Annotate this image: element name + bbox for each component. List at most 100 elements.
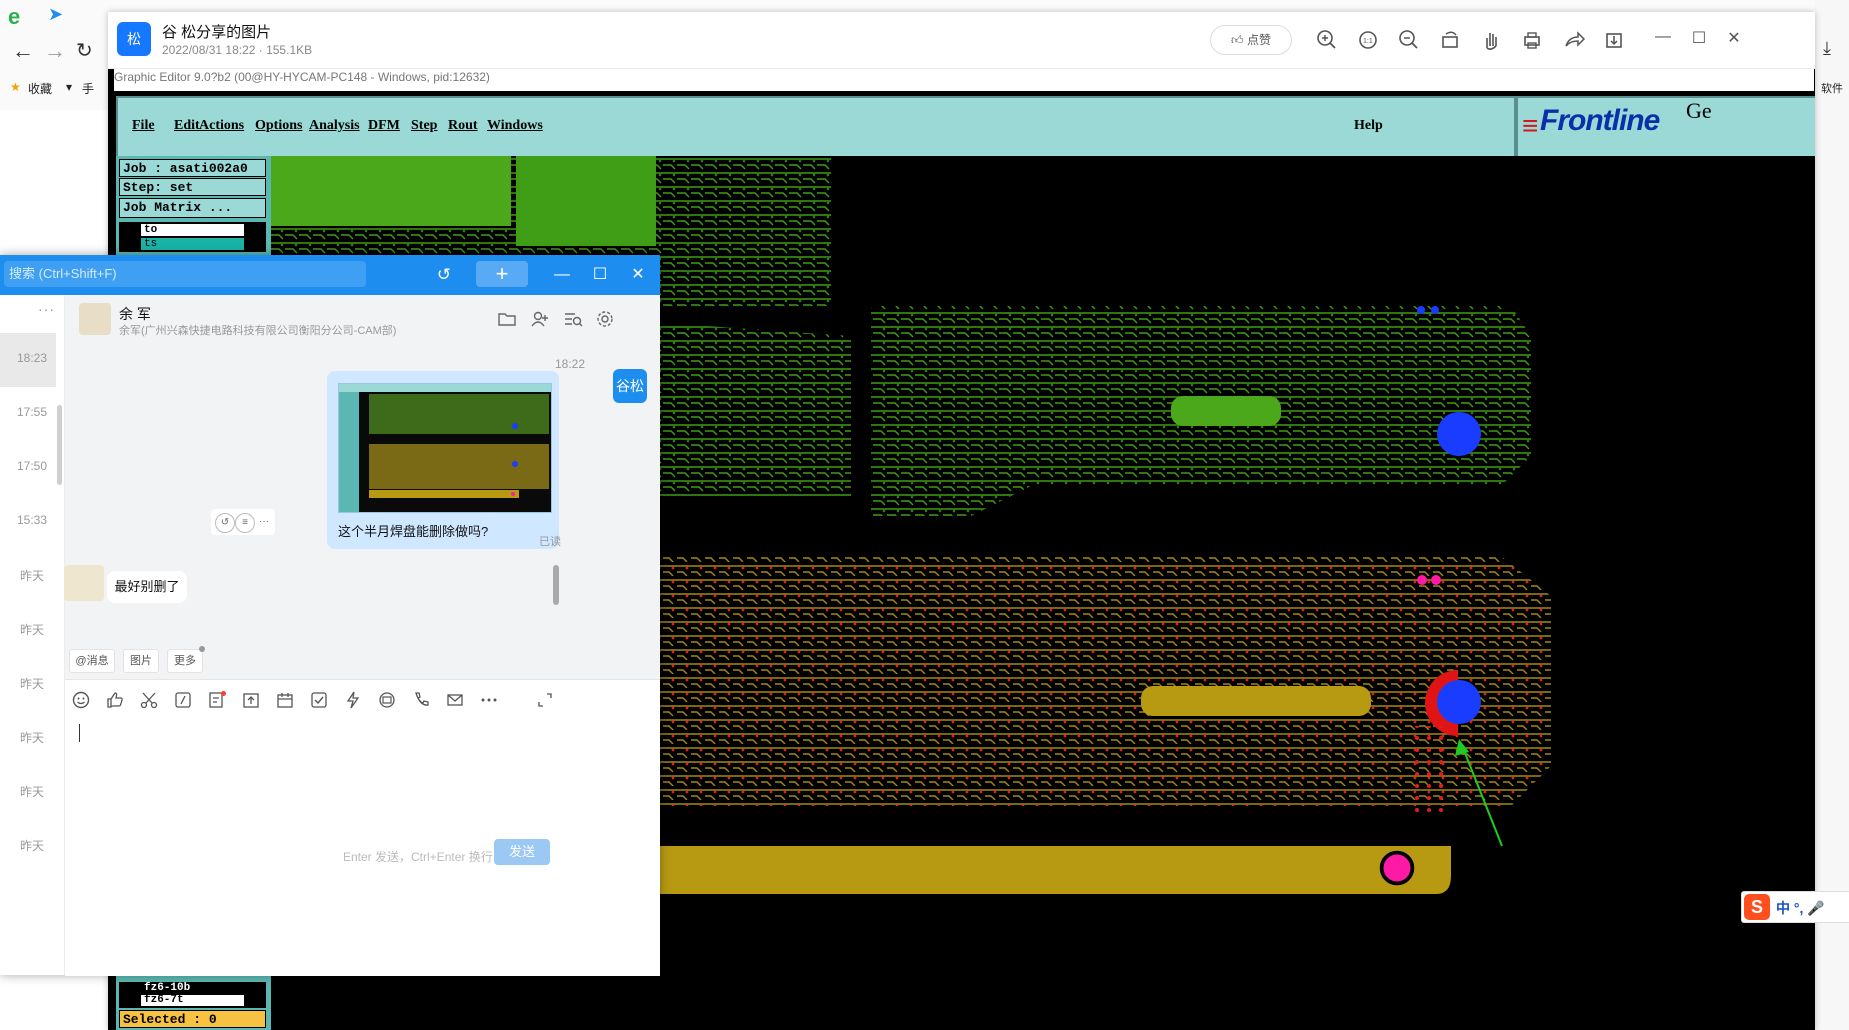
session-time[interactable]: 15:33 [10, 513, 54, 527]
fiducial-blue [1437, 412, 1481, 456]
session-time[interactable]: 昨天 [10, 621, 54, 638]
more-icon[interactable] [479, 690, 499, 710]
chat-search-input[interactable]: 搜索 (Ctrl+Shift+F) [4, 261, 366, 287]
more-icon[interactable]: ··· [255, 513, 273, 531]
session-time[interactable]: 18:23 [10, 351, 54, 365]
refresh-icon[interactable]: ↻ [76, 38, 93, 63]
rotate-icon[interactable] [1436, 26, 1464, 54]
contact-organization: 余军(广州兴森快捷电路科技有限公司衡阳分公司-CAM部) [119, 325, 397, 337]
folder-icon[interactable] [497, 309, 517, 329]
bookmark-favorites[interactable]: 收藏 [28, 80, 52, 97]
notification-dot [199, 646, 205, 652]
session-time[interactable]: 昨天 [10, 567, 54, 584]
forward-icon[interactable]: → [44, 38, 66, 64]
thumbs-up-icon[interactable] [105, 690, 125, 710]
layer-row: fz6-10b [144, 982, 191, 994]
add-button[interactable]: + [476, 261, 528, 287]
lightning-icon[interactable] [343, 690, 363, 710]
contact-message-avatar[interactable] [64, 565, 104, 601]
back-icon[interactable]: ← [12, 38, 34, 64]
fiducial-blue-small [1417, 306, 1425, 314]
maximize-icon[interactable]: ☐ [1687, 28, 1711, 48]
pcb-copper-pad [1141, 686, 1371, 716]
quote-icon[interactable]: ≡ [235, 513, 255, 533]
like-label: 点赞 [1246, 33, 1271, 47]
ime-status[interactable]: 中 °, 🎤 [1776, 898, 1825, 918]
layer-row: fz6-7t [141, 995, 244, 1006]
session-time[interactable]: 昨天 [10, 783, 54, 800]
session-time[interactable]: 17:55 [10, 405, 54, 419]
mention-chip[interactable]: @消息 [69, 649, 115, 673]
maximize-icon[interactable]: ☐ [588, 264, 612, 286]
todo-icon[interactable] [309, 690, 329, 710]
received-message-bubble[interactable]: 最好别删了 [107, 571, 187, 603]
fit-icon[interactable]: 1:1 [1354, 26, 1382, 54]
screen-share-icon[interactable] [377, 690, 397, 710]
send-button[interactable]: 发送 [494, 839, 550, 865]
add-contact-icon[interactable] [530, 309, 550, 329]
like-button[interactable]: 👍︎ 点赞 [1210, 25, 1292, 55]
settings-icon[interactable] [595, 309, 615, 329]
more-icon[interactable]: ··· [38, 301, 55, 317]
session-scrollbar[interactable] [57, 405, 62, 485]
telegram-icon[interactable]: ➤ [48, 4, 63, 25]
menu-options: Options [255, 118, 303, 133]
expand-icon[interactable] [535, 690, 555, 710]
session-time[interactable]: 昨天 [10, 675, 54, 692]
session-time[interactable]: 昨天 [10, 837, 54, 854]
shortcut-icon[interactable] [173, 690, 193, 710]
calendar-icon[interactable] [275, 690, 295, 710]
browser-logo-icon: e [8, 4, 21, 29]
phone-icon[interactable] [411, 690, 431, 710]
minimize-icon[interactable]: — [550, 264, 574, 286]
frontline-logo: ≡ Frontline Ge [1516, 96, 1815, 158]
share-icon[interactable] [1559, 26, 1587, 54]
zoom-in-icon[interactable] [1313, 26, 1341, 54]
more-chip[interactable]: 更多 [167, 649, 203, 673]
message-actions: ↺ ≡ ··· [211, 509, 275, 535]
session-time[interactable]: 昨天 [10, 729, 54, 746]
scissors-icon[interactable] [139, 690, 159, 710]
pcb-copper-pad [271, 156, 511, 226]
viewer-title: 谷 松分享的图片 [162, 24, 272, 41]
mail-icon[interactable] [445, 690, 465, 710]
chat-window: 搜索 (Ctrl+Shift+F) ↺ + — ☐ ✕ ··· 18:23 17… [0, 255, 660, 976]
bookmark-software[interactable]: 软件 [1821, 80, 1843, 96]
sent-message-text: 这个半月焊盘能删除做吗? [338, 524, 489, 539]
chevron-down-icon[interactable]: ▾ [66, 80, 72, 94]
layer-list-bottom: fz6-10b fz6-7t [119, 982, 266, 1008]
chat-scrollbar[interactable] [553, 565, 559, 605]
message-timestamp: 18:22 [555, 357, 586, 371]
print-icon[interactable] [1518, 26, 1546, 54]
pcb-via-field [1411, 726, 1451, 816]
doc-edit-icon[interactable] [207, 690, 227, 710]
my-avatar[interactable]: 谷松 [613, 369, 647, 403]
minimize-icon[interactable]: — [1651, 28, 1675, 46]
close-icon[interactable]: ✕ [626, 264, 650, 286]
bookmark-mobile[interactable]: 手 [82, 80, 94, 97]
message-input-area[interactable]: Enter 发送，Ctrl+Enter 换行 发送 [65, 679, 660, 976]
job-label: Job : asati002a0 [119, 159, 266, 177]
sent-message-bubble[interactable]: 这个半月焊盘能删除做吗? [327, 371, 559, 549]
menu-file: File [132, 118, 155, 133]
session-list: ··· 18:23 17:55 17:50 15:33 昨天 昨天 昨天 昨天 … [0, 295, 65, 975]
contact-name: 余 军 [119, 306, 151, 322]
reply-icon[interactable]: ↺ [215, 513, 235, 533]
send-hint: Enter 发送，Ctrl+Enter 换行 [343, 850, 493, 864]
contact-avatar[interactable] [79, 303, 111, 335]
image-thumbnail[interactable] [338, 383, 552, 513]
close-icon[interactable]: ✕ [1722, 28, 1746, 48]
image-chip[interactable]: 图片 [123, 649, 159, 673]
magenta-pad [1417, 575, 1427, 585]
selected-count: Selected : 0 [119, 1010, 266, 1028]
hand-icon[interactable] [1477, 26, 1505, 54]
upload-file-icon[interactable] [241, 690, 261, 710]
emoji-icon[interactable] [71, 690, 91, 710]
search-records-icon[interactable] [563, 309, 583, 329]
history-icon[interactable]: ↺ [432, 263, 456, 287]
download-icon[interactable] [1600, 26, 1628, 54]
ime-toolbar[interactable]: S 中 °, 🎤 [1741, 891, 1849, 923]
download-manager-icon[interactable]: ⤓ [1823, 38, 1831, 59]
session-time[interactable]: 17:50 [10, 459, 54, 473]
zoom-out-icon[interactable] [1395, 26, 1423, 54]
